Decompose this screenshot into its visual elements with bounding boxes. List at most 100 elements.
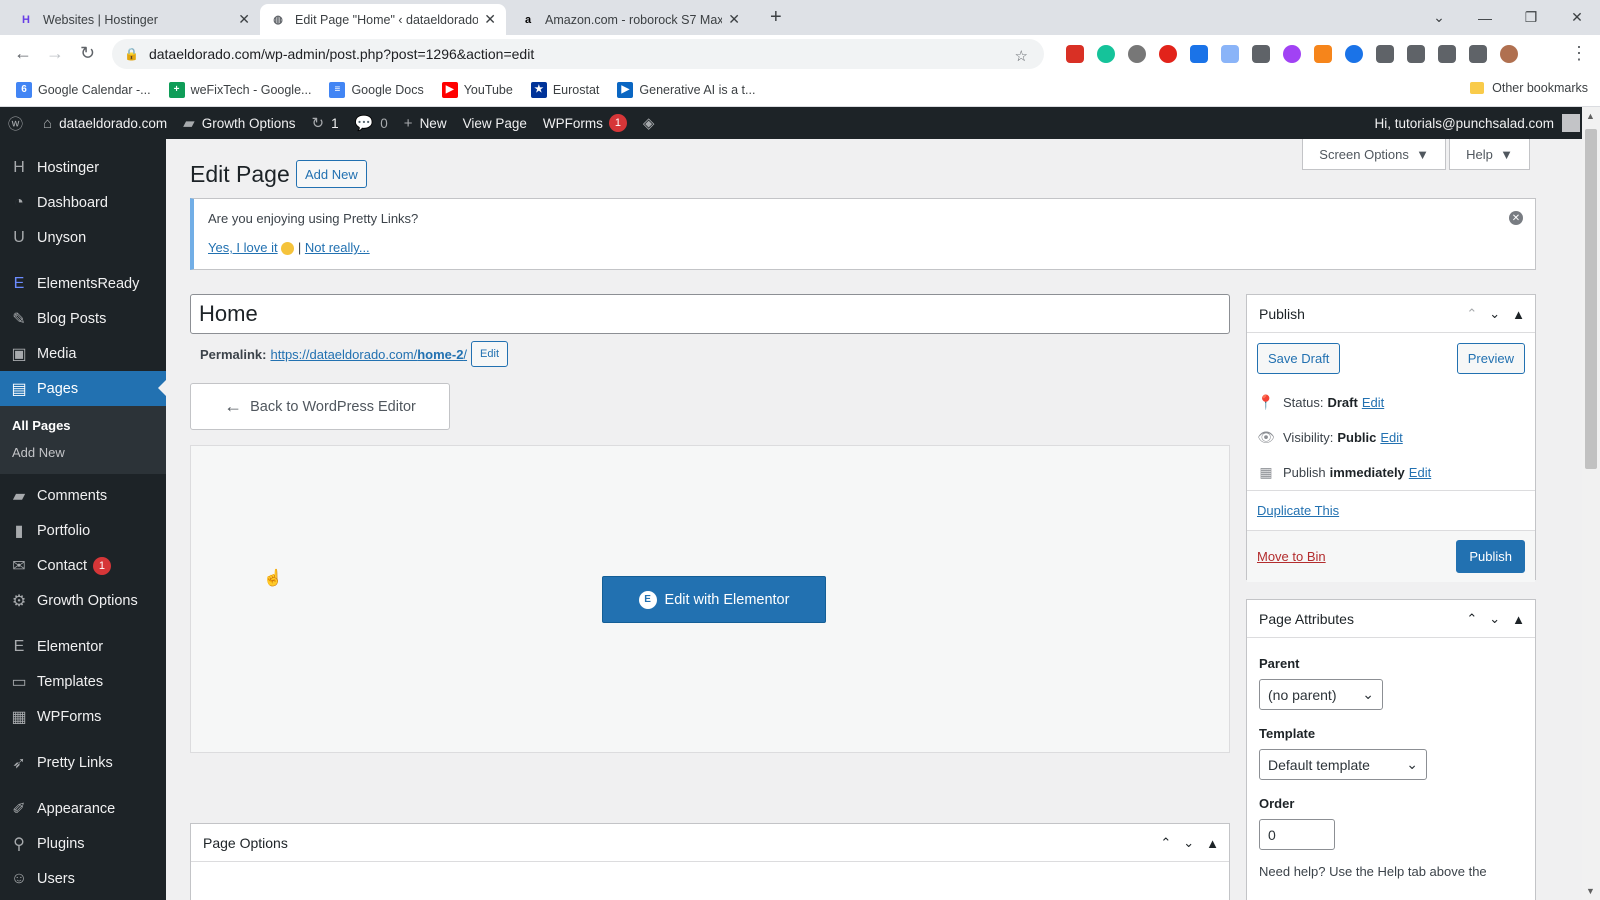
reload-icon[interactable]: ↻ bbox=[80, 43, 95, 64]
schedule-edit-link[interactable]: Edit bbox=[1409, 465, 1431, 480]
sidebar-item-wpforms[interactable]: ▦ WPForms bbox=[0, 699, 166, 734]
submenu-add-new[interactable]: Add New bbox=[0, 439, 166, 466]
scroll-down-icon[interactable]: ▼ bbox=[1586, 886, 1595, 896]
adminbar-updates[interactable]: ↻ 1 bbox=[304, 114, 347, 132]
order-input[interactable]: 0 bbox=[1259, 819, 1335, 850]
sidebar-item-portfolio[interactable]: ▮ Portfolio bbox=[0, 513, 166, 548]
publish-button[interactable]: Publish bbox=[1456, 540, 1525, 573]
sidebar-item-unyson[interactable]: U Unyson bbox=[0, 220, 166, 255]
sidebar-item-media[interactable]: ▣ Media bbox=[0, 336, 166, 371]
sidebar-item-hostinger[interactable]: H Hostinger bbox=[0, 150, 166, 185]
wp-logo[interactable]: ⓦ bbox=[0, 113, 35, 134]
metamask-icon[interactable] bbox=[1314, 45, 1332, 63]
help-button[interactable]: Help ▼ bbox=[1449, 139, 1530, 170]
sidebar-item-templates[interactable]: ▭ Templates bbox=[0, 664, 166, 699]
close-tab-icon[interactable]: ✕ bbox=[484, 11, 496, 28]
save-draft-button[interactable]: Save Draft bbox=[1257, 343, 1341, 374]
permalink-link[interactable]: https://dataeldorado.com/home-2/ bbox=[270, 347, 467, 362]
lock-icon[interactable]: 🔒 bbox=[124, 47, 139, 61]
help-extension-icon[interactable] bbox=[1252, 45, 1270, 63]
status-edit-link[interactable]: Edit bbox=[1362, 395, 1384, 410]
move-down-icon[interactable]: ⌄ bbox=[1489, 611, 1500, 627]
adminbar-site[interactable]: ⌂ dataeldorado.com bbox=[35, 115, 175, 132]
back-to-wordpress-editor-button[interactable]: ← Back to WordPress Editor bbox=[190, 383, 450, 430]
move-up-icon[interactable]: ⌃ bbox=[1466, 306, 1477, 322]
address-bar[interactable]: 🔒 dataeldorado.com/wp-admin/post.php?pos… bbox=[112, 39, 1044, 69]
permalink-edit-button[interactable]: Edit bbox=[471, 341, 509, 367]
extension-icon[interactable] bbox=[1190, 45, 1208, 63]
forward-arrow-icon[interactable]: → bbox=[46, 43, 64, 64]
move-down-icon[interactable]: ⌄ bbox=[1489, 306, 1500, 322]
new-tab-icon[interactable]: + bbox=[770, 6, 782, 29]
extension-icon[interactable] bbox=[1345, 45, 1363, 63]
notice-yes-link[interactable]: Yes, I love it bbox=[208, 240, 278, 255]
close-tab-icon[interactable]: ✕ bbox=[238, 11, 250, 28]
opera-icon[interactable] bbox=[1159, 45, 1177, 63]
page-scrollbar[interactable]: ▲ ▼ bbox=[1582, 107, 1600, 900]
extension-icon[interactable] bbox=[1283, 45, 1301, 63]
close-tab-icon[interactable]: ✕ bbox=[728, 11, 740, 28]
scroll-up-icon[interactable]: ▲ bbox=[1586, 111, 1595, 121]
sidebar-item-blog-posts[interactable]: ✎ Blog Posts bbox=[0, 301, 166, 336]
extension-icon[interactable] bbox=[1221, 45, 1239, 63]
sidebar-item-elementsready[interactable]: E ElementsReady bbox=[0, 266, 166, 301]
duplicate-this-link[interactable]: Duplicate This bbox=[1257, 503, 1339, 518]
extension-icon[interactable] bbox=[1376, 45, 1394, 63]
move-down-icon[interactable]: ⌄ bbox=[1183, 835, 1194, 851]
sidebar-item-pages[interactable]: ▤ Pages bbox=[0, 371, 166, 406]
bookmark-star-icon[interactable]: ☆ bbox=[1015, 47, 1028, 65]
bookmark-youtube[interactable]: ▶ YouTube bbox=[441, 81, 513, 98]
screen-options-button[interactable]: Screen Options ▼ bbox=[1302, 139, 1446, 170]
sidebar-item-contact[interactable]: ✉ Contact 1 bbox=[0, 548, 166, 583]
tab-edit-page[interactable]: ◍ Edit Page "Home" ‹ dataeldorado ✕ bbox=[260, 4, 506, 35]
bookmark-wefixtech[interactable]: + weFixTech - Google... bbox=[168, 81, 311, 98]
sidebar-item-comments[interactable]: ▰ Comments bbox=[0, 478, 166, 513]
dismiss-icon[interactable]: ✕ bbox=[1509, 211, 1523, 225]
back-arrow-icon[interactable]: ← bbox=[14, 43, 32, 64]
grammarly-icon[interactable] bbox=[1097, 45, 1115, 63]
move-up-icon[interactable]: ⌃ bbox=[1160, 835, 1171, 851]
cast-icon[interactable] bbox=[1438, 45, 1456, 63]
profile-avatar[interactable] bbox=[1500, 45, 1518, 63]
preview-button[interactable]: Preview bbox=[1456, 343, 1525, 374]
edit-with-elementor-button[interactable]: E Edit with Elementor bbox=[602, 576, 826, 623]
sidebar-item-appearance[interactable]: ✐ Appearance bbox=[0, 791, 166, 826]
bookmark-google-docs[interactable]: ≡ Google Docs bbox=[329, 81, 424, 98]
move-up-icon[interactable]: ⌃ bbox=[1466, 611, 1477, 627]
move-to-bin-link[interactable]: Move to Bin bbox=[1257, 549, 1326, 564]
side-panel-icon[interactable] bbox=[1469, 45, 1487, 63]
adminbar-new[interactable]: + New bbox=[396, 115, 455, 132]
adminbar-view-page[interactable]: View Page bbox=[455, 116, 535, 131]
restore-icon[interactable]: ❐ bbox=[1508, 0, 1554, 35]
adminbar-account[interactable]: Hi, tutorials@punchsalad.com bbox=[1374, 107, 1580, 139]
post-title-input[interactable]: Home bbox=[190, 294, 1230, 334]
sidebar-item-users[interactable]: ☺ Users bbox=[0, 861, 166, 896]
adminbar-wpforms[interactable]: WPForms 1 bbox=[535, 114, 635, 132]
toggle-panel-icon[interactable]: ▲ bbox=[1512, 307, 1525, 322]
adminbar-diamond[interactable]: ◈ bbox=[635, 114, 670, 132]
bookmark-generative-ai[interactable]: ▶ Generative AI is a t... bbox=[617, 81, 755, 98]
tab-search-icon[interactable]: ⌄ bbox=[1416, 0, 1462, 35]
puzzle-icon[interactable] bbox=[1407, 45, 1425, 63]
minimize-icon[interactable]: — bbox=[1462, 0, 1508, 35]
adminbar-growth[interactable]: ▰ Growth Options bbox=[175, 114, 303, 132]
submenu-all-pages[interactable]: All Pages bbox=[0, 412, 166, 439]
sidebar-item-plugins[interactable]: ⚲ Plugins bbox=[0, 826, 166, 861]
browser-menu-icon[interactable]: ⋮ bbox=[1570, 43, 1588, 64]
bookmark-eurostat[interactable]: ★ Eurostat bbox=[530, 81, 599, 98]
visibility-edit-link[interactable]: Edit bbox=[1380, 430, 1402, 445]
extension-icon[interactable] bbox=[1066, 45, 1084, 63]
sidebar-item-growth-options[interactable]: ⚙ Growth Options bbox=[0, 583, 166, 618]
template-select[interactable]: Default template ⌄ bbox=[1259, 749, 1427, 780]
notice-no-link[interactable]: Not really... bbox=[305, 240, 370, 255]
sidebar-item-pretty-links[interactable]: ➶ Pretty Links bbox=[0, 745, 166, 780]
toggle-panel-icon[interactable]: ▲ bbox=[1512, 612, 1525, 627]
scrollbar-thumb[interactable] bbox=[1585, 129, 1597, 469]
adminbar-comments[interactable]: 💬 0 bbox=[347, 114, 396, 132]
tab-amazon[interactable]: a Amazon.com - roborock S7 Max ✕ bbox=[510, 4, 750, 35]
other-bookmarks[interactable]: Other bookmarks bbox=[1470, 81, 1588, 95]
toggle-panel-icon[interactable]: ▲ bbox=[1206, 836, 1219, 851]
tab-hostinger[interactable]: H Websites | Hostinger ✕ bbox=[8, 4, 260, 35]
sidebar-item-dashboard[interactable]: ◔ Dashboard bbox=[0, 185, 166, 220]
add-new-button[interactable]: Add New bbox=[296, 160, 367, 188]
